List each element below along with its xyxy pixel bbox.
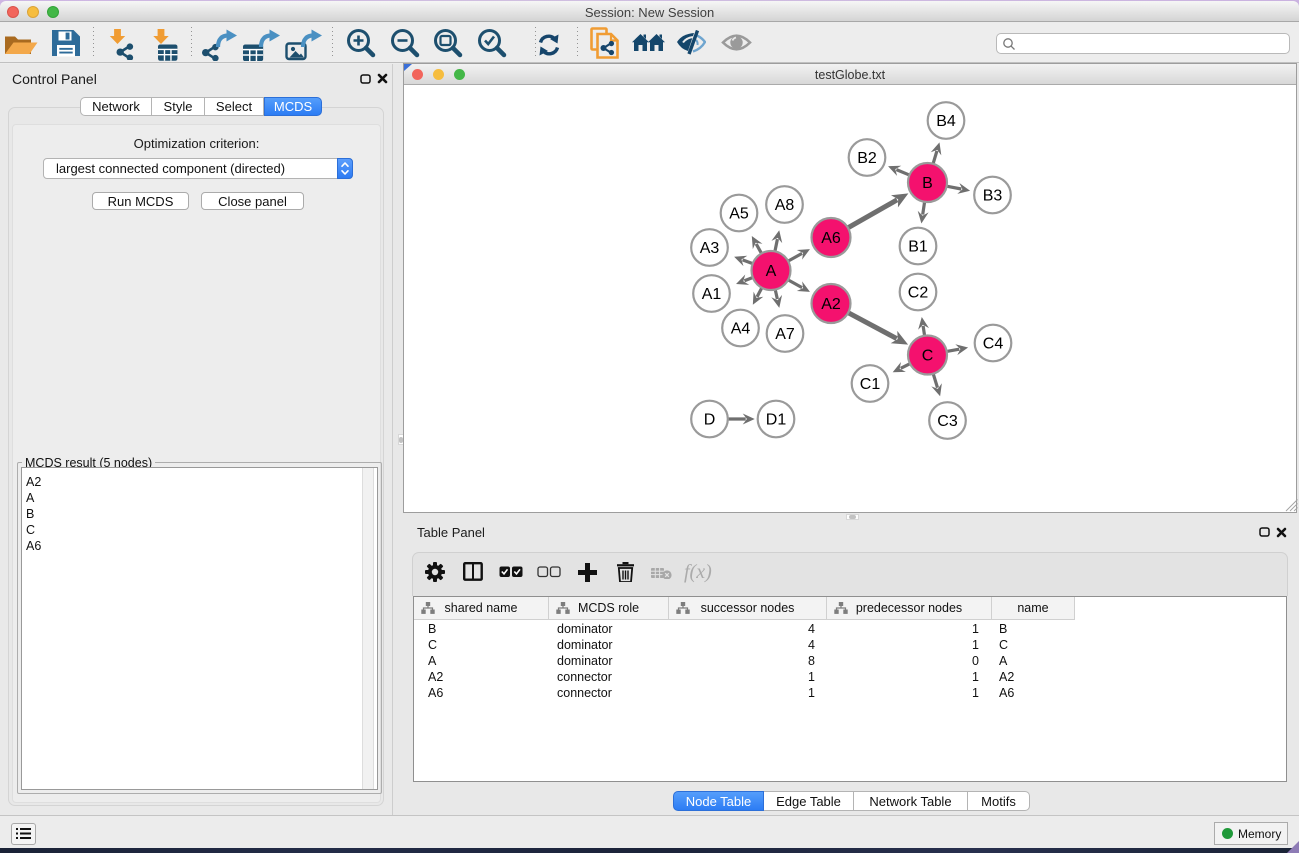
svg-text:A2: A2	[821, 296, 841, 313]
svg-text:C2: C2	[908, 285, 929, 302]
svg-text:C: C	[922, 348, 934, 365]
svg-text:A8: A8	[775, 197, 795, 214]
svg-text:A1: A1	[702, 286, 722, 303]
svg-text:D1: D1	[766, 412, 787, 429]
svg-text:B4: B4	[936, 113, 956, 130]
svg-text:C3: C3	[937, 413, 958, 430]
svg-text:B2: B2	[857, 150, 877, 167]
svg-text:A4: A4	[731, 321, 751, 338]
svg-text:A3: A3	[700, 240, 720, 257]
svg-text:C4: C4	[983, 336, 1004, 353]
svg-text:A5: A5	[729, 206, 749, 223]
svg-text:B: B	[922, 175, 933, 192]
svg-text:B1: B1	[908, 239, 928, 256]
svg-text:B3: B3	[983, 188, 1003, 205]
svg-text:A: A	[766, 263, 777, 280]
svg-text:D: D	[704, 412, 716, 429]
svg-text:C1: C1	[860, 376, 881, 393]
svg-text:A7: A7	[775, 326, 795, 343]
svg-text:A6: A6	[821, 230, 841, 247]
